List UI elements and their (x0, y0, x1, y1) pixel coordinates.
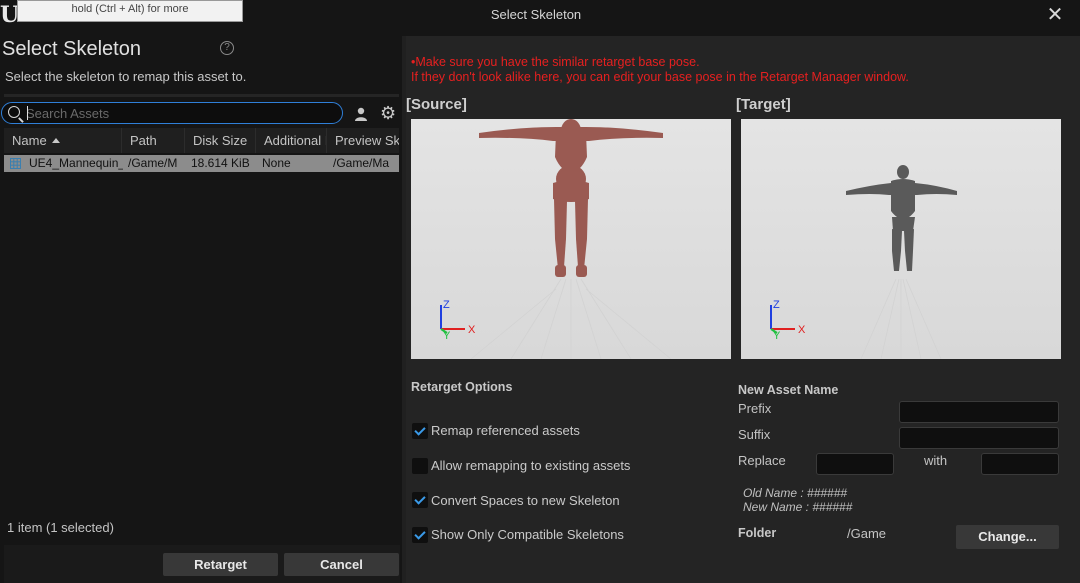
column-header-additional[interactable]: Additional I (256, 128, 327, 153)
checkbox-show-compatible[interactable] (412, 527, 428, 543)
axis-z-label: Z (443, 299, 450, 311)
warning-line-1: •Make sure you have the similar retarget… (411, 55, 700, 69)
with-input[interactable] (981, 453, 1059, 475)
axis-x-label: X (798, 324, 806, 336)
axis-x-label: X (468, 324, 476, 336)
tooltip: hold (Ctrl + Alt) for more (17, 0, 243, 22)
replace-label: Replace (738, 453, 786, 468)
old-name-preview: Old Name : ###### (743, 486, 848, 500)
column-header-preview[interactable]: Preview Sk (327, 128, 399, 153)
axis-y-label: Y (773, 330, 781, 342)
checkbox-convert-spaces[interactable] (412, 492, 428, 508)
target-viewport[interactable]: Z X Y (741, 119, 1061, 359)
sort-ascending-icon (52, 138, 60, 143)
option-label: Remap referenced assets (431, 423, 580, 438)
asset-list (4, 172, 399, 515)
row-name: UE4_Mannequin_ (29, 156, 123, 170)
divider (4, 94, 399, 97)
source-skeleton-figure (479, 119, 663, 277)
checkmark-icon (414, 493, 426, 505)
target-label: [Target] (736, 96, 791, 113)
checkbox-allow-remapping[interactable] (412, 458, 428, 474)
prefix-input[interactable] (899, 401, 1059, 423)
option-label: Show Only Compatible Skeletons (431, 527, 624, 542)
row-path: /Game/M (128, 156, 178, 170)
checkmark-icon (414, 424, 426, 436)
folder-label: Folder (738, 526, 777, 540)
close-icon[interactable]: ✕ (1044, 4, 1066, 26)
source-label: [Source] (406, 96, 467, 113)
gear-icon[interactable]: ⚙ (380, 104, 398, 122)
change-folder-button[interactable]: Change... (956, 525, 1059, 549)
axis-z-label: Z (773, 299, 780, 311)
checkbox-remap-referenced[interactable] (412, 423, 428, 439)
column-header-path[interactable]: Path (122, 128, 185, 153)
suffix-label: Suffix (738, 427, 771, 442)
row-disk-size: 18.614 KiB (191, 156, 250, 170)
prefix-label: Prefix (738, 401, 772, 416)
skeleton-asset-icon (10, 158, 21, 169)
with-label: with (924, 453, 948, 468)
panel-title: Select Skeleton (2, 38, 141, 60)
option-label: Allow remapping to existing assets (431, 458, 631, 473)
retarget-button[interactable]: Retarget (163, 553, 278, 576)
replace-input[interactable] (816, 453, 894, 475)
cancel-button[interactable]: Cancel (284, 553, 399, 576)
user-filter-icon[interactable] (353, 106, 369, 122)
target-skeleton-figure (846, 165, 957, 271)
item-count: 1 item (1 selected) (7, 520, 114, 535)
retarget-options-title: Retarget Options (411, 380, 513, 394)
option-label: Convert Spaces to new Skeleton (431, 493, 620, 508)
axis-y-label: Y (443, 330, 451, 342)
row-preview: /Game/Ma (333, 156, 390, 170)
column-header-name[interactable]: Name (4, 128, 122, 153)
search-input[interactable] (26, 104, 336, 122)
source-viewport[interactable]: Z X Y (411, 119, 731, 359)
new-name-preview: New Name : ###### (743, 500, 853, 514)
help-icon[interactable]: ? (220, 41, 234, 55)
panel-subtitle: Select the skeleton to remap this asset … (5, 69, 247, 84)
new-asset-name-title: New Asset Name (738, 383, 839, 397)
search-icon (8, 106, 20, 118)
column-header-disk-size[interactable]: Disk Size (185, 128, 256, 153)
suffix-input[interactable] (899, 427, 1059, 449)
folder-value: /Game (847, 526, 887, 541)
warning-line-2: If they don't look alike here, you can e… (411, 70, 909, 84)
checkmark-icon (414, 528, 426, 540)
text-caret (27, 106, 28, 120)
row-additional: None (262, 156, 291, 170)
